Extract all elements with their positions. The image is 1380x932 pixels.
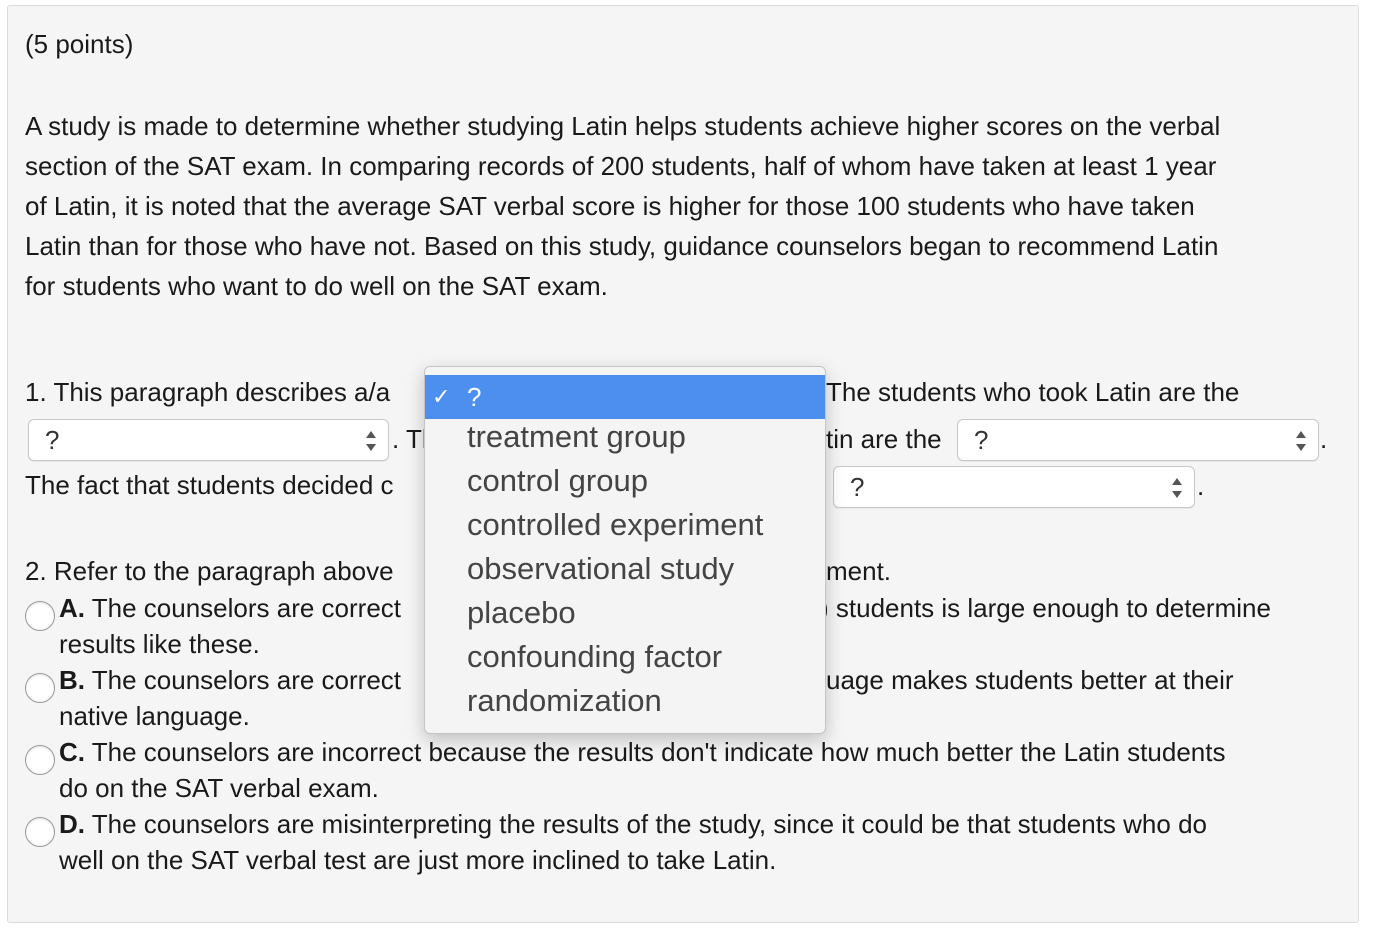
dropdown-menu[interactable]: ✓ ? treatment group control group contro… <box>424 366 826 734</box>
select-value: ? <box>850 472 865 502</box>
paragraph-line: Latin than for those who have not. Based… <box>25 231 1219 261</box>
option-letter: A. <box>59 593 85 623</box>
option-text: The counselors are correct <box>85 593 401 623</box>
part2-prompt-end: ment. <box>826 556 892 586</box>
select-students-latin[interactable]: ? <box>28 419 389 461</box>
dropdown-item-observational-study[interactable]: observational study <box>467 551 734 587</box>
radio-option-a[interactable] <box>25 601 55 631</box>
part1-line1-text: 1. This paragraph describes a/a <box>25 377 391 407</box>
option-letter: C. <box>59 737 85 767</box>
option-text: The counselors are incorrect because the… <box>85 737 1226 767</box>
dropdown-item-placebo[interactable]: placebo <box>467 595 576 631</box>
select-students-no-latin[interactable]: ? <box>957 419 1319 461</box>
dropdown-item-label: ? <box>467 382 482 412</box>
option-a-line1[interactable]: A. The counselors are correct <box>59 592 401 624</box>
radio-option-c[interactable] <box>25 745 55 775</box>
part1-line3-period: . <box>1197 471 1205 501</box>
radio-option-d[interactable] <box>25 817 55 847</box>
select-value: ? <box>974 425 989 455</box>
part2-prompt: 2. Refer to the paragraph above <box>25 556 394 586</box>
paragraph-line: of Latin, it is noted that the average S… <box>25 191 1195 221</box>
part1-line3-text: The fact that students decided c <box>25 470 394 500</box>
dropdown-item-randomization[interactable]: randomization <box>467 683 662 719</box>
radio-option-b[interactable] <box>25 673 55 703</box>
question-paragraph: A study is made to determine whether stu… <box>25 106 1345 306</box>
part1-line1-text-end: The students who took Latin are the <box>826 377 1240 407</box>
option-a-line2: results like these. <box>59 629 260 659</box>
option-text: The counselors are misinterpreting the r… <box>85 809 1207 839</box>
option-text: The counselors are correct <box>85 665 401 695</box>
option-letter: B. <box>59 665 85 695</box>
part1-line2-period: . <box>1320 424 1328 454</box>
select-arrows-icon <box>1172 478 1182 498</box>
paragraph-line: for students who want to do well on the … <box>25 271 608 301</box>
select-fact[interactable]: ? <box>833 466 1195 508</box>
option-c-line2: do on the SAT verbal exam. <box>59 773 379 803</box>
points-label: (5 points) <box>25 29 134 59</box>
checkmark-icon: ✓ <box>432 384 451 409</box>
select-value: ? <box>45 425 60 455</box>
dropdown-item-selected[interactable]: ✓ ? <box>425 375 825 419</box>
part1-line2-text-end: tin are the <box>826 424 942 454</box>
dropdown-item-treatment-group[interactable]: treatment group <box>467 419 686 455</box>
dropdown-item-control-group[interactable]: control group <box>467 463 648 499</box>
option-b-line1[interactable]: B. The counselors are correct <box>59 664 401 696</box>
paragraph-line: section of the SAT exam. In comparing re… <box>25 151 1217 181</box>
option-c-line1[interactable]: C. The counselors are incorrect because … <box>59 736 1225 768</box>
option-b-line1-end: uage makes students better at their <box>826 665 1234 695</box>
dropdown-item-confounding-factor[interactable]: confounding factor <box>467 639 722 675</box>
select-arrows-icon <box>366 431 376 451</box>
option-letter: D. <box>59 809 85 839</box>
option-d-line1[interactable]: D. The counselors are misinterpreting th… <box>59 808 1207 840</box>
paragraph-line: A study is made to determine whether stu… <box>25 111 1221 141</box>
option-a-line1-end: ) students is large enough to determine <box>820 593 1271 623</box>
option-d-line2: well on the SAT verbal test are just mor… <box>59 845 777 875</box>
option-b-line2: native language. <box>59 701 250 731</box>
select-arrows-icon <box>1296 431 1306 451</box>
dropdown-item-controlled-experiment[interactable]: controlled experiment <box>467 507 763 543</box>
